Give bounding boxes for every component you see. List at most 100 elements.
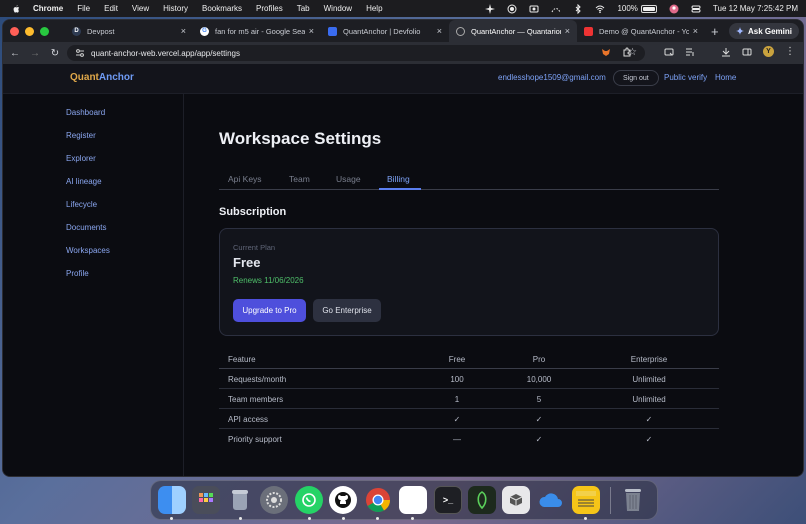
forward-arrow-icon[interactable]: → [25,48,45,59]
public-verify-link[interactable]: Public verify [664,73,707,82]
reload-icon[interactable]: ↻ [45,48,65,59]
menu-view[interactable]: View [132,4,149,13]
toolbar-icons: Y ⋮ [601,46,795,57]
upgrade-to-pro-button[interactable]: Upgrade to Pro [233,299,306,322]
menu-tab[interactable]: Tab [297,4,310,13]
launchpad-icon[interactable] [192,486,220,514]
ask-gemini-button[interactable]: Ask Gemini [728,23,799,39]
current-plan-label: Current Plan [233,243,276,252]
terminal-icon[interactable]: >_ [434,486,462,514]
notes-white-icon[interactable] [399,486,427,514]
back-arrow-icon[interactable]: ← [5,48,25,59]
running-indicator [584,517,587,520]
sidebar-item-ai-lineage[interactable]: AI lineage [66,177,102,186]
more-menu-icon[interactable]: ⋮ [785,46,795,57]
bluetooth-icon[interactable] [573,3,583,14]
screen-capture-icon[interactable] [529,4,539,14]
extension-fox-icon[interactable] [601,47,611,57]
close-tab-icon[interactable]: × [693,26,698,36]
sparkle-icon[interactable] [485,3,496,14]
menu-file[interactable]: File [77,4,90,13]
sidebar-item-workspaces[interactable]: Workspaces [66,246,110,255]
menu-edit[interactable]: Edit [104,4,118,13]
free-cell: — [453,435,461,444]
github-icon[interactable] [329,486,357,514]
wifi-icon[interactable] [595,4,605,14]
close-tab-icon[interactable]: × [565,26,570,36]
sidebar-item-lifecycle[interactable]: Lifecycle [66,200,97,209]
browser-tab-google[interactable]: G fan for m5 air - Google Search × [193,20,321,42]
browser-tab-youtube[interactable]: Demo @ QuantAnchor - YouTube × [577,20,705,42]
control-center-icon[interactable] [691,4,701,14]
extensions-puzzle-icon[interactable] [622,47,632,57]
side-panel-icon[interactable] [742,47,752,57]
system-settings-icon[interactable] [260,486,288,514]
user-status-icon[interactable] [669,4,679,14]
feature-cell: Priority support [228,435,282,444]
close-tab-icon[interactable]: × [309,26,314,36]
minimize-window-button[interactable] [25,26,34,36]
media-queue-icon[interactable] [685,47,695,57]
record-icon[interactable] [507,4,517,14]
apple-icon[interactable] [11,4,21,14]
cube-icon[interactable] [502,486,530,514]
running-indicator [376,517,379,520]
menu-window[interactable]: Window [324,4,352,13]
whatsapp-icon[interactable] [295,486,323,514]
battery-indicator[interactable]: 100% [617,4,657,13]
chrome-icon[interactable] [364,486,392,514]
close-tab-icon[interactable]: × [437,26,442,36]
active-tab-indicator [379,188,421,190]
sidebar-item-explorer[interactable]: Explorer [66,154,96,163]
free-cell: 1 [454,395,460,404]
sidebar-item-register[interactable]: Register [66,131,96,140]
menu-bookmarks[interactable]: Bookmarks [202,4,242,13]
trash-icon[interactable] [619,486,647,514]
menubar-clock[interactable]: Tue 12 May 7:25:42 PM [713,4,798,13]
menu-profiles[interactable]: Profiles [256,4,283,13]
devpost-favicon-icon: D [72,26,81,36]
menu-help[interactable]: Help [366,4,382,13]
new-tab-icon[interactable]: + [711,24,719,39]
tab-billing[interactable]: Billing [387,174,410,184]
sidebar-item-documents[interactable]: Documents [66,223,106,232]
tab-usage[interactable]: Usage [336,174,361,184]
dock-separator [610,487,611,514]
tab-title: QuantAnchor | Devfolio [343,26,421,36]
close-window-button[interactable] [10,26,19,36]
sign-out-button[interactable]: Sign out [613,70,659,86]
download-icon[interactable] [721,47,731,57]
menu-app-name[interactable]: Chrome [33,4,63,13]
home-link[interactable]: Home [715,73,736,82]
sidebar-item-dashboard[interactable]: Dashboard [66,108,105,117]
profile-avatar[interactable]: Y [763,46,774,57]
free-cell: ✓ [453,415,461,424]
trash-app-icon[interactable] [226,486,254,514]
table-row: API access ✓ ✓ ✓ [219,409,719,429]
pro-cell: 5 [536,395,542,404]
address-bar[interactable]: quant-anchor-web.vercel.app/app/settings… [67,45,645,61]
subscription-heading: Subscription [219,206,287,218]
devfolio-favicon-icon [328,26,337,36]
site-settings-icon[interactable] [75,48,85,58]
brand-logo[interactable]: QuantAnchor [70,72,134,83]
cast-icon[interactable] [664,47,674,57]
browser-tab-devfolio[interactable]: QuantAnchor | Devfolio × [321,20,449,42]
close-tab-icon[interactable]: × [181,26,186,36]
zoom-window-button[interactable] [40,26,49,36]
onedrive-icon[interactable] [537,486,565,514]
google-favicon-icon: G [200,26,209,36]
sidebar-item-profile[interactable]: Profile [66,269,89,278]
browser-tab-quantarions[interactable]: QuantAnchor — Quantarions × [449,20,577,42]
table-row: Team members 1 5 Unlimited [219,389,719,409]
bitdefender-icon[interactable] [468,486,496,514]
dotted-icon[interactable] [551,4,561,14]
enterprise-cell: Unlimited [632,395,666,404]
browser-tab-devpost[interactable]: D Devpost × [65,20,193,42]
tab-team[interactable]: Team [289,174,310,184]
finder-icon[interactable] [158,486,186,514]
go-enterprise-button[interactable]: Go Enterprise [313,299,381,322]
tab-api-keys[interactable]: Api Keys [228,174,262,184]
menu-history[interactable]: History [163,4,188,13]
notes-icon[interactable] [572,486,600,514]
